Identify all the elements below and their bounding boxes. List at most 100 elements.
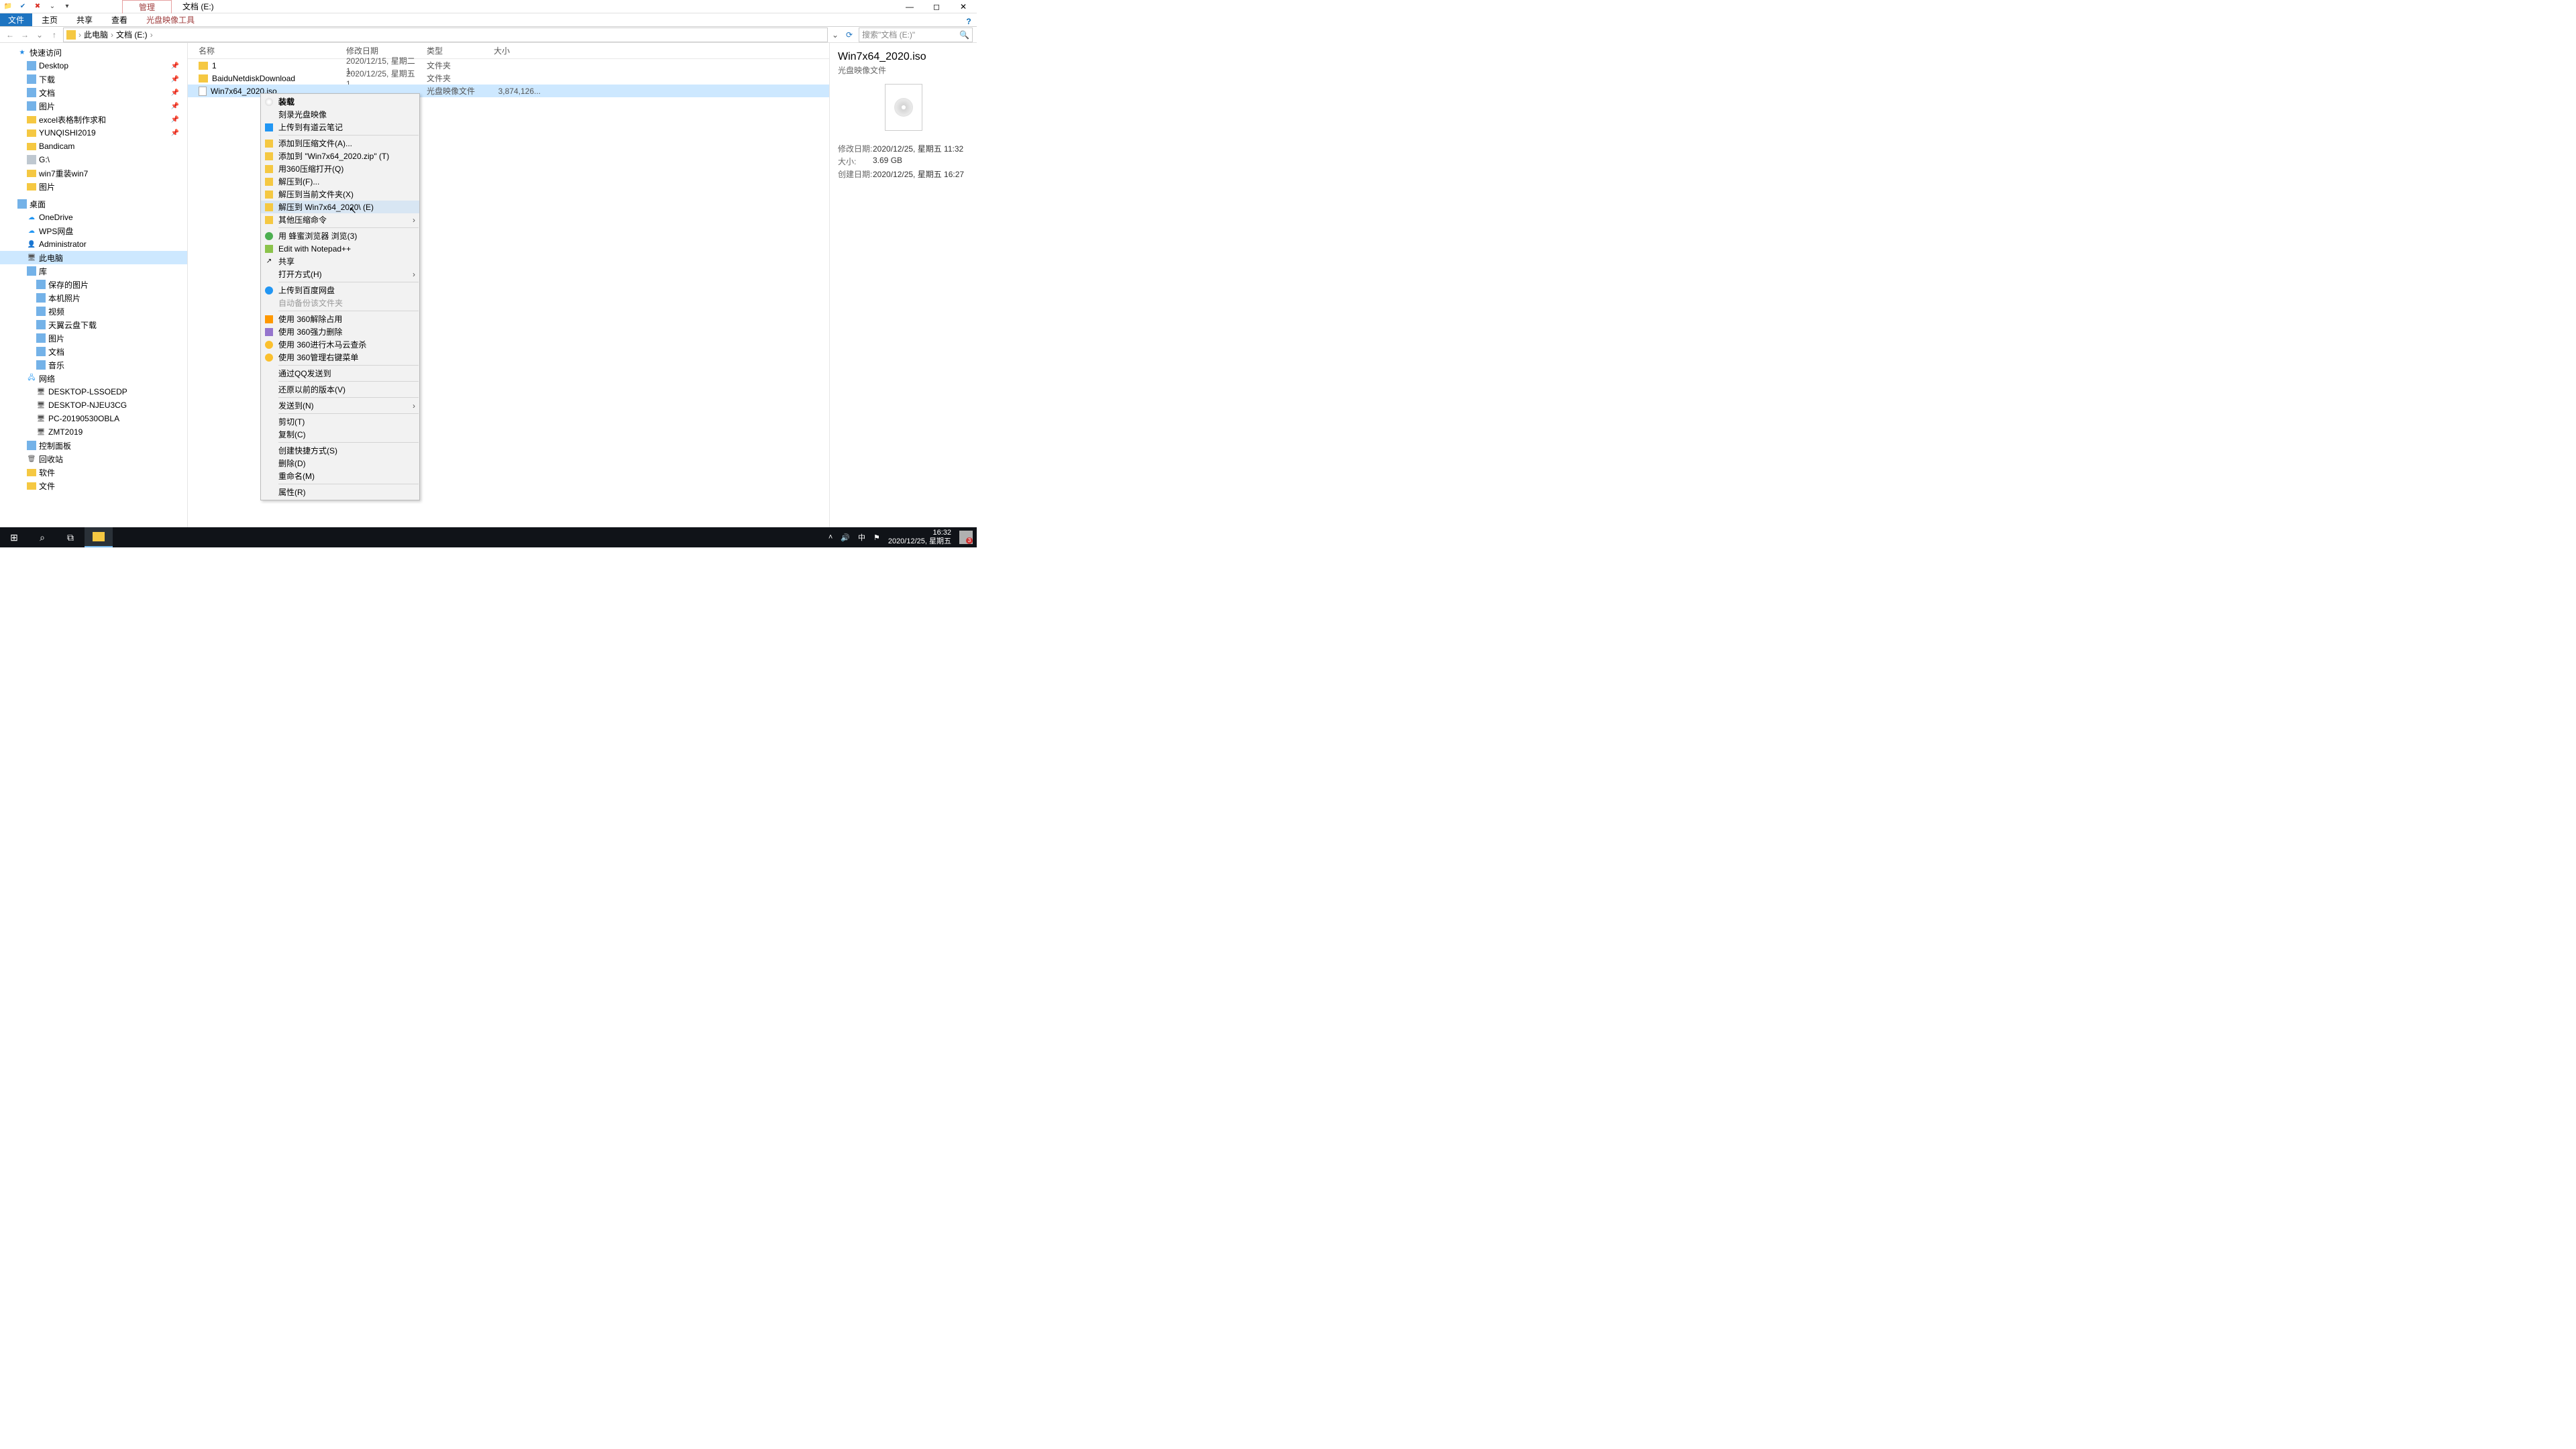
ctx-share[interactable]: ↗共享 bbox=[261, 255, 419, 268]
start-button[interactable]: ⊞ bbox=[0, 527, 28, 547]
tree-desktop[interactable]: 桌面 bbox=[0, 197, 187, 211]
tree-item[interactable]: 软件 bbox=[0, 466, 187, 479]
tree-item[interactable]: ☁WPS网盘 bbox=[0, 224, 187, 237]
tree-item[interactable]: 🖥DESKTOP-LSSOEDP bbox=[0, 385, 187, 398]
col-type[interactable]: 类型 bbox=[427, 45, 494, 56]
customize-icon[interactable]: ▾ bbox=[62, 1, 72, 12]
ctx-extract-named[interactable]: 解压到 Win7x64_2020\ (E) bbox=[261, 201, 419, 213]
ctx-send-to[interactable]: 发送到(N)› bbox=[261, 399, 419, 412]
forward-button[interactable]: → bbox=[19, 30, 31, 40]
tab-view[interactable]: 查看 bbox=[102, 13, 137, 26]
ctx-other-zip[interactable]: 其他压缩命令› bbox=[261, 213, 419, 226]
tab-home[interactable]: 主页 bbox=[32, 13, 67, 26]
ctx-qq-send[interactable]: 通过QQ发送到 bbox=[261, 367, 419, 380]
ime-indicator[interactable]: 中 bbox=[858, 532, 865, 543]
col-name[interactable]: 名称 bbox=[199, 45, 346, 56]
task-view-button[interactable]: ⧉ bbox=[56, 527, 85, 547]
ribbon-help-button[interactable]: ? bbox=[962, 15, 975, 28]
tree-item[interactable]: 本机照片 bbox=[0, 291, 187, 305]
tree-item[interactable]: 图片 bbox=[0, 331, 187, 345]
ctx-360-unlock[interactable]: 使用 360解除占用 bbox=[261, 313, 419, 325]
ctx-open-with[interactable]: 打开方式(H)› bbox=[261, 268, 419, 280]
maximize-button[interactable]: ◻ bbox=[923, 0, 950, 13]
tree-item[interactable]: 图片 bbox=[0, 180, 187, 193]
ctx-360-manage[interactable]: 使用 360管理右键菜单 bbox=[261, 351, 419, 364]
tree-item[interactable]: 下载📌 bbox=[0, 72, 187, 86]
ctx-copy[interactable]: 复制(C) bbox=[261, 428, 419, 441]
ctx-mount[interactable]: 装载 bbox=[261, 95, 419, 108]
tab-share[interactable]: 共享 bbox=[67, 13, 102, 26]
breadcrumb-segment[interactable]: 文档 (E:) bbox=[116, 29, 148, 40]
tree-network[interactable]: 🖧网络 bbox=[0, 372, 187, 385]
ctx-add-archive[interactable]: 添加到压缩文件(A)... bbox=[261, 137, 419, 150]
notifications-button[interactable]: 3 bbox=[959, 531, 973, 544]
tree-item[interactable]: 图片📌 bbox=[0, 99, 187, 113]
security-icon[interactable]: ⚑ bbox=[873, 533, 880, 542]
ctx-add-zip[interactable]: 添加到 "Win7x64_2020.zip" (T) bbox=[261, 150, 419, 162]
tab-file[interactable]: 文件 bbox=[0, 13, 32, 26]
search-button[interactable]: ⌕ bbox=[28, 527, 56, 547]
contextual-tab-manage[interactable]: 管理 bbox=[122, 0, 172, 13]
tree-item[interactable]: 🗑回收站 bbox=[0, 452, 187, 466]
ctx-create-shortcut[interactable]: 创建快捷方式(S) bbox=[261, 444, 419, 457]
ctx-browser[interactable]: 用 蜂蜜浏览器 浏览(3) bbox=[261, 229, 419, 242]
volume-icon[interactable]: 🔊 bbox=[841, 533, 850, 542]
close-button[interactable]: ✕ bbox=[950, 0, 977, 13]
tree-item[interactable]: 文档📌 bbox=[0, 86, 187, 99]
tree-item[interactable]: YUNQISHI2019📌 bbox=[0, 126, 187, 140]
back-button[interactable]: ← bbox=[4, 30, 16, 40]
tree-item[interactable]: 视频 bbox=[0, 305, 187, 318]
tree-item[interactable]: Desktop📌 bbox=[0, 59, 187, 72]
ctx-open-360[interactable]: 用360压缩打开(Q) bbox=[261, 162, 419, 175]
tree-item[interactable]: 天翼云盘下载 bbox=[0, 318, 187, 331]
close-icon[interactable]: ✖ bbox=[32, 1, 43, 12]
minimize-button[interactable]: — bbox=[896, 0, 923, 13]
tree-item[interactable]: 🖥DESKTOP-NJEU3CG bbox=[0, 398, 187, 412]
ctx-burn[interactable]: 刻录光盘映像 bbox=[261, 108, 419, 121]
tree-quick-access[interactable]: ★快速访问 bbox=[0, 46, 187, 59]
breadcrumb-segment[interactable]: 此电脑 bbox=[84, 29, 108, 40]
tree-item[interactable]: 库 bbox=[0, 264, 187, 278]
tree-item[interactable]: 保存的图片 bbox=[0, 278, 187, 291]
tree-item[interactable]: 🖥PC-20190530OBLA bbox=[0, 412, 187, 425]
taskbar-explorer[interactable] bbox=[85, 527, 113, 547]
ctx-notepadpp[interactable]: Edit with Notepad++ bbox=[261, 242, 419, 255]
nav-tree[interactable]: ★快速访问 Desktop📌 下载📌 文档📌 图片📌 excel表格制作求和📌 … bbox=[0, 43, 188, 527]
ctx-delete[interactable]: 删除(D) bbox=[261, 457, 419, 470]
chevron-right-icon[interactable]: › bbox=[78, 30, 81, 40]
check-icon[interactable]: ✔ bbox=[17, 1, 28, 12]
refresh-button[interactable]: ⟳ bbox=[843, 30, 856, 40]
tree-item[interactable]: ☁OneDrive bbox=[0, 211, 187, 224]
chevron-right-icon[interactable]: › bbox=[150, 30, 153, 40]
tree-item[interactable]: G:\ bbox=[0, 153, 187, 166]
ctx-360-scan[interactable]: 使用 360进行木马云查杀 bbox=[261, 338, 419, 351]
breadcrumb-history-dropdown[interactable]: ⌄ bbox=[830, 30, 840, 40]
tree-item[interactable]: win7重装win7 bbox=[0, 166, 187, 180]
dropdown-icon[interactable]: ⌄ bbox=[47, 1, 58, 12]
tree-item[interactable]: 控制面板 bbox=[0, 439, 187, 452]
tree-item[interactable]: Bandicam bbox=[0, 140, 187, 153]
ctx-youdao[interactable]: 上传到有道云笔记 bbox=[261, 121, 419, 133]
tab-disc-image-tools[interactable]: 光盘映像工具 bbox=[137, 13, 204, 26]
tree-item[interactable]: 文档 bbox=[0, 345, 187, 358]
ctx-previous-versions[interactable]: 还原以前的版本(V) bbox=[261, 383, 419, 396]
tree-item[interactable]: 🖥ZMT2019 bbox=[0, 425, 187, 439]
ctx-rename[interactable]: 重命名(M) bbox=[261, 470, 419, 482]
file-row[interactable]: 1 2020/12/15, 星期二 1... 文件夹 bbox=[188, 59, 829, 72]
file-row[interactable]: BaiduNetdiskDownload 2020/12/25, 星期五 1..… bbox=[188, 72, 829, 85]
search-icon[interactable]: 🔍 bbox=[959, 30, 969, 40]
tree-item[interactable]: excel表格制作求和📌 bbox=[0, 113, 187, 126]
ctx-cut[interactable]: 剪切(T) bbox=[261, 415, 419, 428]
up-button[interactable]: ↑ bbox=[48, 30, 60, 40]
recent-dropdown[interactable]: ⌄ bbox=[34, 30, 46, 40]
ctx-extract-here[interactable]: 解压到当前文件夹(X) bbox=[261, 188, 419, 201]
chevron-right-icon[interactable]: › bbox=[111, 30, 113, 40]
taskbar-clock[interactable]: 16:32 2020/12/25, 星期五 bbox=[888, 529, 951, 546]
tree-item[interactable]: 文件 bbox=[0, 479, 187, 492]
ctx-extract-to[interactable]: 解压到(F)... bbox=[261, 175, 419, 188]
tree-this-pc[interactable]: 🖥此电脑 bbox=[0, 251, 187, 264]
ctx-baidu[interactable]: 上传到百度网盘 bbox=[261, 284, 419, 297]
ctx-360-force-delete[interactable]: 使用 360强力删除 bbox=[261, 325, 419, 338]
col-size[interactable]: 大小 bbox=[494, 45, 547, 56]
ctx-properties[interactable]: 属性(R) bbox=[261, 486, 419, 498]
